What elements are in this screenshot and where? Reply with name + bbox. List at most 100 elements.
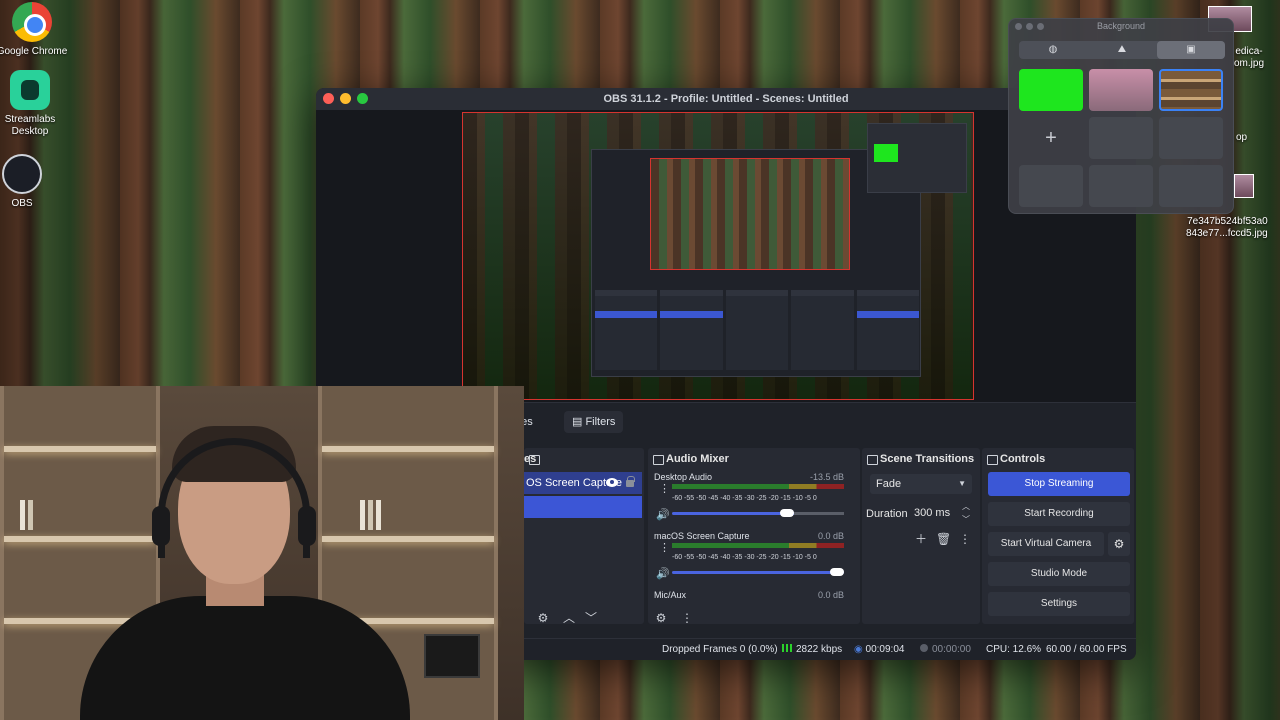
close-button[interactable] <box>1015 23 1022 30</box>
background-slot-empty <box>1089 117 1153 159</box>
record-icon <box>920 644 928 652</box>
visibility-eye-icon[interactable] <box>606 478 618 487</box>
channel-name: macOS Screen Capture <box>654 531 750 541</box>
close-button[interactable] <box>323 93 334 104</box>
background-slot-empty <box>1159 117 1223 159</box>
stop-streaming-button[interactable]: Stop Streaming <box>988 472 1130 496</box>
webcam-overlay <box>0 386 524 720</box>
add-background-button[interactable]: + <box>1019 117 1083 159</box>
meter-scale: -60 -55 -50 -45 -40 -35 -30 -25 -20 -15 … <box>672 554 817 561</box>
source-item-selected[interactable] <box>524 496 642 518</box>
headset-earcup <box>152 506 170 546</box>
scene-transitions-dock: Scene Transitions Fade ▼ Duration 300 ms… <box>862 448 980 624</box>
desktop-icon-obs[interactable]: OBS <box>0 154 62 210</box>
start-recording-button[interactable]: Start Recording <box>988 502 1130 526</box>
volume-knob[interactable] <box>830 568 844 576</box>
nested-background-panel <box>867 123 967 193</box>
background-panel: Background ◍ ⛰ ▣ + <box>1008 18 1234 214</box>
sources-dock: es OS Screen Capturе ⚙ ︿ ﹀ <box>524 448 644 625</box>
volume-meter: -60 -55 -50 -45 -40 -35 -30 -25 -20 -15 … <box>672 484 844 502</box>
kebab-icon[interactable]: ⋮ <box>958 532 972 546</box>
scene-transitions-header: Scene Transitions <box>862 448 980 470</box>
desktop-file-label[interactable]: edica- om.jpg <box>1234 46 1264 70</box>
speaker-icon[interactable]: 🔊 <box>656 567 670 580</box>
preview-canvas[interactable] <box>462 112 974 400</box>
mountain-icon[interactable]: ⛰ <box>1088 41 1156 59</box>
headset-earcup <box>298 506 316 546</box>
audio-mixer-dock: Audio Mixer Desktop Audio -13.5 dB ⋮ -60… <box>648 448 860 625</box>
lock-icon[interactable] <box>626 476 635 487</box>
sources-footer: ⚙ ︿ ﹀ <box>524 606 644 630</box>
gear-icon[interactable]: ⚙ <box>536 611 550 625</box>
zoom-button[interactable] <box>357 93 368 104</box>
volume-knob[interactable] <box>780 509 795 517</box>
minimize-button[interactable] <box>340 93 351 104</box>
nested-green-swatch <box>874 144 898 162</box>
sources-header: es <box>524 448 644 470</box>
audio-mixer-footer: ⚙ ⋮ <box>648 606 860 630</box>
start-virtual-camera-button[interactable]: Start Virtual Camera <box>988 532 1104 556</box>
duration-label: Duration <box>866 508 908 520</box>
signal-icon <box>782 644 792 652</box>
desktop-icon-label: Streamlabs Desktop <box>4 114 56 137</box>
volume-meter: -60 -55 -50 -45 -40 -35 -30 -25 -20 -15 … <box>672 543 844 561</box>
chrome-icon <box>12 2 52 42</box>
background-option-green[interactable] <box>1019 69 1083 111</box>
broadcast-icon: ◉ <box>854 644 866 655</box>
virtual-camera-gear-icon[interactable]: ⚙ <box>1108 532 1130 556</box>
chevron-down-icon[interactable]: ﹀ <box>584 611 598 625</box>
window-title: OBS 31.1.2 - Profile: Untitled - Scenes:… <box>603 93 849 105</box>
duration-stepper[interactable]: ︿ ﹀ <box>962 500 970 526</box>
background-option-image[interactable] <box>1089 69 1153 111</box>
dropped-frames: Dropped Frames 0 (0.0%) <box>662 644 778 655</box>
desktop-file-thumbnail[interactable] <box>1234 174 1254 198</box>
volume-slider[interactable] <box>672 509 844 517</box>
obs-icon <box>2 154 42 194</box>
filters-button[interactable]: ▤ Filters <box>564 411 624 433</box>
studio-mode-button[interactable]: Studio Mode <box>988 562 1130 586</box>
minimize-button[interactable] <box>1026 23 1033 30</box>
kebab-icon[interactable]: ⋮ <box>659 543 670 554</box>
desktop-file-label[interactable]: op <box>1236 132 1247 144</box>
mixer-channel-desktop-audio: Desktop Audio -13.5 dB ⋮ -60 -55 -50 -45… <box>654 472 844 528</box>
stream-time-status: ◉ 00:09:04 <box>854 644 905 655</box>
speaker-icon[interactable]: 🔊 <box>656 508 670 521</box>
window-controls <box>323 93 368 104</box>
kebab-icon[interactable]: ⋮ <box>680 611 694 625</box>
kebab-icon[interactable]: ⋮ <box>659 484 670 495</box>
desktop-icon-label: OBS <box>11 198 33 209</box>
desktop-icon-streamlabs[interactable]: Streamlabs Desktop <box>0 70 70 138</box>
mixer-channel-mic-aux: Mic/Aux 0.0 dB <box>654 590 844 604</box>
transition-select-value: Fade <box>876 478 902 490</box>
settings-button[interactable]: Settings <box>988 592 1130 616</box>
desktop-icon-chrome[interactable]: Google Chrome <box>0 2 72 58</box>
bitrate-status: 2822 kbps <box>782 644 842 655</box>
background-option-bookshelf[interactable] <box>1159 69 1223 111</box>
zoom-button[interactable] <box>1037 23 1044 30</box>
source-item[interactable]: OS Screen Capturе <box>524 472 642 494</box>
transition-select[interactable]: Fade ▼ <box>870 474 972 494</box>
image-icon[interactable]: ▣ <box>1157 41 1225 59</box>
controls-header: Controls <box>982 448 1134 470</box>
panel-window-controls <box>1015 23 1044 30</box>
desktop-icon-label: Google Chrome <box>0 46 68 57</box>
plus-icon[interactable]: ＋ <box>914 532 928 546</box>
volume-slider[interactable] <box>672 568 844 576</box>
filters-label: Filters <box>585 416 616 428</box>
chevron-up-icon[interactable]: ︿ <box>562 611 576 625</box>
background-slot-empty <box>1159 165 1223 207</box>
recording-time-status: 00:00:00 <box>920 644 971 655</box>
cpu-status: CPU: 12.6% <box>986 644 1042 655</box>
fps-status: 60.00 / 60.00 FPS <box>1046 644 1127 655</box>
meter-scale: -60 -55 -50 -45 -40 -35 -30 -25 -20 -15 … <box>672 495 817 502</box>
palette-icon[interactable]: ◍ <box>1019 41 1087 59</box>
trash-icon[interactable]: 🗑 <box>936 532 951 546</box>
channel-name: Mic/Aux <box>654 590 687 600</box>
background-slot-empty <box>1019 165 1083 207</box>
plus-icon: + <box>1045 127 1057 149</box>
channel-db: -13.5 dB <box>809 472 844 482</box>
gear-icon[interactable]: ⚙ <box>654 611 668 625</box>
desktop-file-label[interactable]: 7e347b524bf53a0 843e77...fccd5.jpg <box>1186 216 1268 240</box>
background-slot-empty <box>1089 165 1153 207</box>
filters-icon: ▤ <box>572 416 586 428</box>
